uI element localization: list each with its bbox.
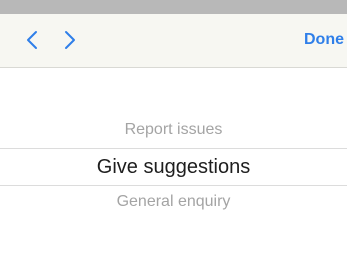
selection-divider-top [0, 148, 347, 149]
screen: Done Report issues Give suggestions Gene… [0, 0, 347, 273]
status-strip [0, 0, 347, 14]
option-picker[interactable]: Report issues Give suggestions General e… [0, 68, 347, 273]
previous-field-button[interactable] [17, 25, 47, 55]
picker-option-give-suggestions[interactable]: Give suggestions [0, 156, 347, 179]
selection-divider-bottom [0, 185, 347, 186]
picker-toolbar: Done [0, 14, 347, 68]
picker-option-report-issues[interactable]: Report issues [0, 121, 347, 139]
next-field-button[interactable] [55, 25, 85, 55]
picker-option-general-enquiry[interactable]: General enquiry [0, 193, 347, 211]
chevron-right-icon [65, 31, 75, 49]
done-button[interactable]: Done [304, 31, 344, 49]
chevron-left-icon [27, 31, 37, 49]
